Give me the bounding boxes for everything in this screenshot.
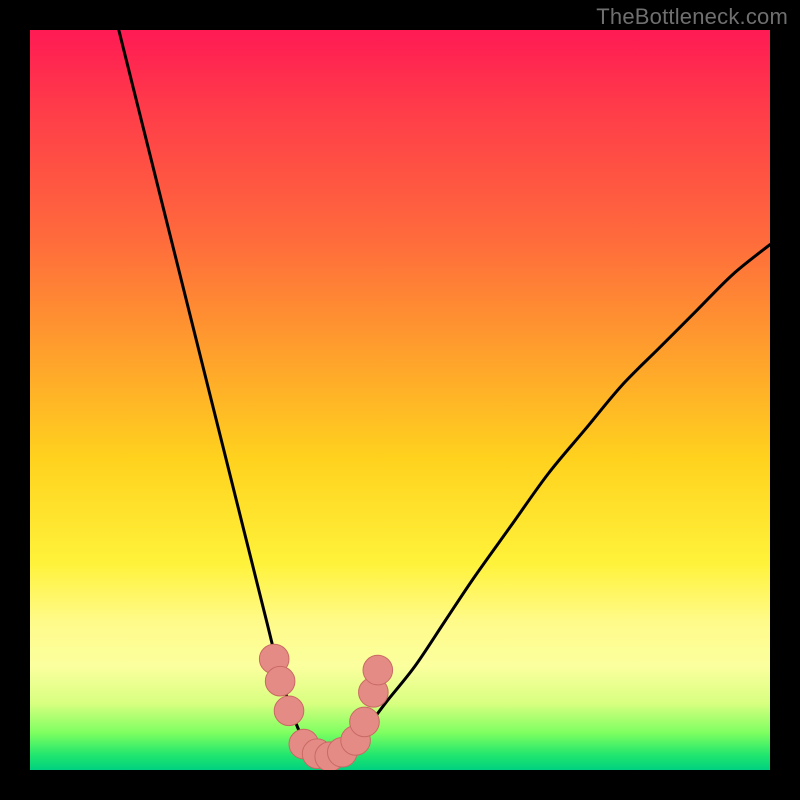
bottleneck-curve xyxy=(119,30,770,759)
valley-marker xyxy=(274,696,304,726)
chart-frame: TheBottleneck.com xyxy=(0,0,800,800)
valley-marker xyxy=(350,707,380,737)
valley-marker xyxy=(265,666,295,696)
watermark-text: TheBottleneck.com xyxy=(596,4,788,30)
valley-marker xyxy=(363,655,393,685)
plot-area xyxy=(30,30,770,770)
curve-layer xyxy=(30,30,770,770)
